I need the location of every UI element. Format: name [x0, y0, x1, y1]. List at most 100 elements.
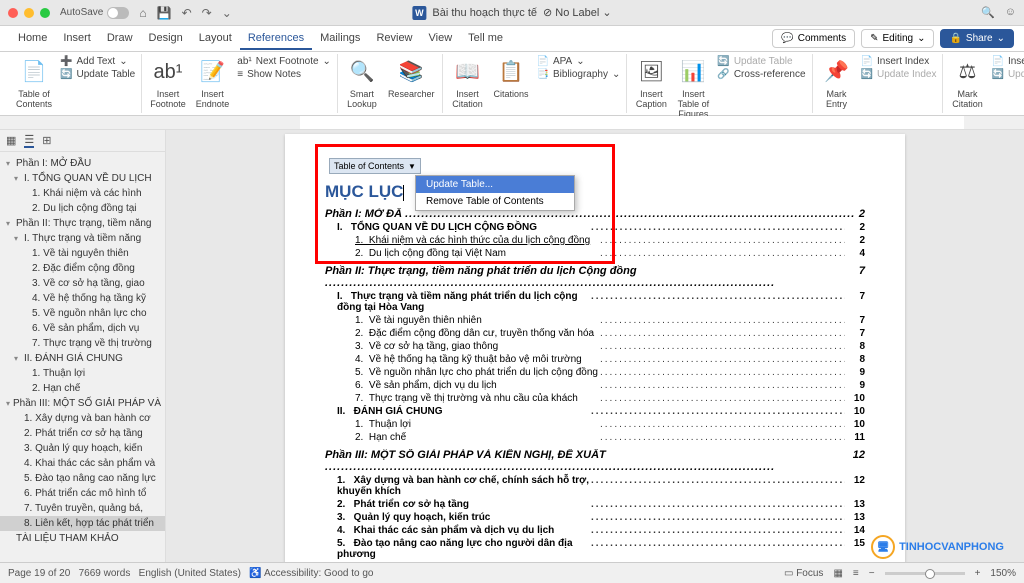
toc-line[interactable]: 4. Khai thác các sản phẩm và dịch vụ du …	[325, 525, 865, 536]
nav-item[interactable]: ▾Phần I: MỞ ĐẦU	[0, 156, 165, 171]
nav-item[interactable]: 2. Du lịch cộng đồng tại	[0, 201, 165, 216]
toc-line[interactable]: I. Thực trạng và tiềm năng phát triển du…	[325, 291, 865, 313]
tab-view[interactable]: View	[421, 28, 461, 50]
toc-line[interactable]: 2. Phát triển cơ sở hạ tầng13	[325, 499, 865, 510]
focus-mode-button[interactable]: ▭ Focus	[784, 568, 823, 579]
citation-style-select[interactable]: 📄 APA ⌄	[536, 56, 620, 67]
insert-table-of-figures-button[interactable]: 📊Insert Table of Figures	[675, 56, 711, 120]
toc-line[interactable]: I. TỔNG QUAN VỀ DU LỊCH CỘNG ĐỒNG2	[325, 222, 865, 233]
table-of-contents-button[interactable]: 📄Table of Contents	[14, 56, 54, 110]
nav-item[interactable]: 2. Hạn chế	[0, 381, 165, 396]
tab-design[interactable]: Design	[141, 28, 191, 50]
headings-icon[interactable]: ☰	[24, 133, 34, 148]
view-web-icon[interactable]: ≡	[853, 568, 859, 579]
toc-line[interactable]: 5. Đào tạo nâng cao năng lực cho người d…	[325, 538, 865, 560]
document-title-text[interactable]: MỤC LỤC	[325, 182, 865, 202]
toc-line[interactable]: 1. Xây dựng và ban hành cơ chế, chính sá…	[325, 475, 865, 497]
insert-toa-button[interactable]: 📄 Insert Table of Authorities	[991, 56, 1024, 67]
close-icon[interactable]	[8, 8, 18, 18]
nav-item[interactable]: 2. Đặc điểm cộng đồng	[0, 261, 165, 276]
toc-widget-tab[interactable]: Table of Contents▼	[329, 158, 421, 174]
zoom-level[interactable]: 150%	[990, 568, 1016, 579]
tab-mailings[interactable]: Mailings	[312, 28, 368, 50]
tab-insert[interactable]: Insert	[55, 28, 99, 50]
redo-icon[interactable]: ↷	[202, 6, 212, 20]
tab-draw[interactable]: Draw	[99, 28, 141, 50]
nav-item[interactable]: 3. Quản lý quy hoạch, kiến	[0, 441, 165, 456]
toggle-icon[interactable]	[107, 7, 129, 19]
mark-citation-button[interactable]: ⚖Mark Citation	[949, 56, 985, 110]
toc-line[interactable]: 2. Du lịch cộng đồng tại Việt Nam4	[325, 248, 865, 259]
nav-item[interactable]: 3. Về cơ sở hạ tầng, giao	[0, 276, 165, 291]
toc-line[interactable]: 6. Về sản phẩm, dịch vụ du lịch9	[325, 380, 865, 391]
tag-icon[interactable]: ⊘ No Label ⌄	[543, 6, 612, 19]
mark-entry-button[interactable]: 📌Mark Entry	[819, 56, 855, 110]
document-page[interactable]: Table of Contents▼ Update Table... Remov…	[285, 134, 905, 572]
nav-item[interactable]: 6. Về sản phẩm, dịch vụ	[0, 321, 165, 336]
thumbnails-icon[interactable]: ▦	[6, 134, 16, 147]
toc-line[interactable]: 1. Khái niệm và các hình thức của du lịc…	[325, 235, 865, 246]
share-button[interactable]: 🔒 Share ⌄	[940, 29, 1014, 48]
insert-footnote-button[interactable]: ab¹Insert Footnote	[148, 56, 188, 110]
bibliography-button[interactable]: 📑 Bibliography ⌄	[536, 69, 620, 80]
toc-line[interactable]: 2. Đặc điểm cộng đồng dân cư, truyền thố…	[325, 328, 865, 339]
insert-citation-button[interactable]: 📖Insert Citation	[449, 56, 485, 110]
nav-item[interactable]: 5. Đào tạo nâng cao năng lực	[0, 471, 165, 486]
maximize-icon[interactable]	[40, 8, 50, 18]
ruler[interactable]	[0, 116, 1024, 130]
nav-item[interactable]: ▾Phần II: Thực trạng, tiềm năng	[0, 216, 165, 231]
accessibility-indicator[interactable]: ♿ Accessibility: Good to go	[249, 568, 373, 579]
search-icon[interactable]: 🔍	[981, 6, 995, 19]
toc-line[interactable]: 1. Thuận lợi10	[325, 419, 865, 430]
nav-item[interactable]: 1. Xây dựng và ban hành cơ	[0, 411, 165, 426]
toc-line[interactable]: 5. Về nguồn nhân lực cho phát triển du l…	[325, 367, 865, 378]
help-icon[interactable]: ☺	[1005, 6, 1016, 19]
tab-references[interactable]: References	[240, 28, 312, 50]
insert-endnote-button[interactable]: 📝Insert Endnote	[194, 56, 232, 110]
nav-item[interactable]: 6. Phát triển các mô hình tổ	[0, 486, 165, 501]
nav-item[interactable]: 1. Về tài nguyên thiên	[0, 246, 165, 261]
nav-item[interactable]: 1. Thuận lợi	[0, 366, 165, 381]
document-title[interactable]: W Bài thu hoạch thực tế ⊘ No Label ⌄	[412, 6, 611, 20]
tab-layout[interactable]: Layout	[191, 28, 240, 50]
toc-line[interactable]: II. ĐÁNH GIÁ CHUNG10	[325, 406, 865, 417]
nav-item[interactable]: ▾I. TỔNG QUAN VỀ DU LỊCH	[0, 171, 165, 186]
minimize-icon[interactable]	[24, 8, 34, 18]
nav-item[interactable]: 4. Khai thác các sản phẩm và	[0, 456, 165, 471]
toc-part-heading[interactable]: Phần I: MỞ ĐẦ 2	[325, 208, 865, 220]
tab-home[interactable]: Home	[10, 28, 55, 50]
zoom-slider[interactable]	[885, 572, 965, 575]
chevron-down-icon[interactable]: ⌄	[222, 6, 232, 20]
citations-button[interactable]: 📋Citations	[491, 56, 530, 110]
tab-tell-me[interactable]: Tell me	[460, 28, 511, 50]
nav-item[interactable]: TÀI LIỆU THAM KHẢO	[0, 531, 165, 546]
toc-line[interactable]: 3. Về cơ sở hạ tầng, giao thông8	[325, 341, 865, 352]
insert-caption-button[interactable]: 🖼Insert Caption	[633, 56, 669, 120]
toc-line[interactable]: 1. Về tài nguyên thiên nhiên7	[325, 315, 865, 326]
cross-reference-button[interactable]: 🔗 Cross-reference	[717, 69, 805, 80]
document-area[interactable]: Table of Contents▼ Update Table... Remov…	[166, 130, 1024, 572]
smart-lookup-button[interactable]: 🔍Smart Lookup	[344, 56, 380, 110]
toc-part-heading[interactable]: Phần III: MỘT SỐ GIẢI PHÁP VÀ KIẾN NGHỊ,…	[325, 449, 865, 473]
zoom-out-icon[interactable]: −	[869, 568, 875, 579]
tab-review[interactable]: Review	[368, 28, 420, 50]
show-notes-button[interactable]: ≡ Show Notes	[237, 69, 331, 80]
zoom-in-icon[interactable]: +	[975, 568, 981, 579]
nav-item[interactable]: ▾Phần III: MỘT SỐ GIẢI PHÁP VÀ	[0, 396, 165, 411]
update-table-menuitem[interactable]: Update Table...	[416, 176, 574, 193]
toc-line[interactable]: 7. Thực trạng về thị trường và nhu cầu c…	[325, 393, 865, 404]
nav-item[interactable]: ▾II. ĐÁNH GIÁ CHUNG	[0, 351, 165, 366]
nav-item[interactable]: 1. Khái niệm và các hình	[0, 186, 165, 201]
nav-item[interactable]: 7. Thực trạng về thị trường	[0, 336, 165, 351]
nav-item[interactable]: 5. Về nguồn nhân lực cho	[0, 306, 165, 321]
update-table-button[interactable]: 🔄 Update Table	[60, 69, 135, 80]
chevron-down-icon[interactable]: ▼	[408, 162, 416, 171]
word-count[interactable]: 7669 words	[79, 568, 131, 579]
add-text-button[interactable]: ➕ Add Text ⌄	[60, 56, 135, 67]
insert-index-button[interactable]: 📄 Insert Index	[861, 56, 937, 67]
toc-line[interactable]: 3. Quản lý quy hoạch, kiến trúc13	[325, 512, 865, 523]
home-icon[interactable]: ⌂	[139, 6, 146, 20]
nav-item[interactable]: 2. Phát triển cơ sở hạ tầng	[0, 426, 165, 441]
save-icon[interactable]: 💾	[157, 6, 172, 20]
autosave-toggle[interactable]: AutoSave	[60, 7, 129, 19]
